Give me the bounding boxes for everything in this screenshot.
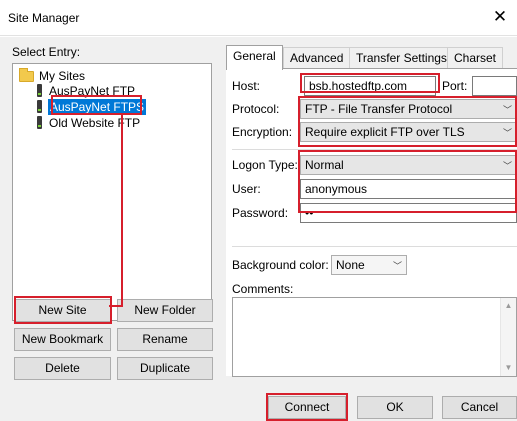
general-panel: Host: bsb.hostedftp.com Port: Protocol: … — [226, 68, 517, 377]
tab-general[interactable]: General — [226, 45, 283, 70]
tree-item-label: Old Website FTP — [49, 116, 141, 130]
comments-textarea[interactable]: ▲ ▼ — [232, 297, 517, 377]
tab-strip: General Advanced Transfer Settings Chars… — [226, 45, 517, 70]
folder-icon — [19, 68, 34, 82]
tree-item-label-selected: AusPayNet FTPS — [48, 99, 147, 115]
background-color-select-value: None — [336, 258, 365, 272]
site-tree[interactable]: My Sites AusPayNet FTP AusPayNet FTPS Ol… — [12, 63, 212, 321]
logon-type-label: Logon Type: — [232, 158, 298, 172]
user-label: User: — [232, 182, 261, 196]
user-input[interactable]: anonymous — [300, 179, 517, 199]
delete-button[interactable]: Delete — [14, 357, 111, 380]
connect-button[interactable]: Connect — [268, 396, 346, 419]
duplicate-button[interactable]: Duplicate — [117, 357, 213, 380]
logon-type-select-value: Normal — [305, 158, 344, 172]
tab-advanced[interactable]: Advanced — [283, 47, 351, 69]
logon-type-select[interactable]: Normal ﹀ — [300, 155, 517, 175]
scroll-up-icon[interactable]: ▲ — [501, 298, 516, 314]
tab-transfer-settings[interactable]: Transfer Settings — [349, 47, 454, 69]
encryption-select-value: Require explicit FTP over TLS — [305, 125, 465, 139]
tree-root-label: My Sites — [39, 69, 86, 83]
new-site-button[interactable]: New Site — [14, 299, 111, 322]
encryption-select[interactable]: Require explicit FTP over TLS ﹀ — [300, 122, 517, 142]
tree-item-label: AusPayNet FTP — [49, 84, 136, 98]
port-label: Port: — [442, 79, 468, 93]
port-input[interactable] — [472, 76, 517, 96]
close-icon[interactable]: ✕ — [491, 7, 509, 27]
host-input[interactable]: bsb.hostedftp.com — [304, 76, 436, 96]
host-label: Host: — [232, 79, 261, 93]
window-title: Site Manager — [8, 11, 80, 25]
scroll-down-icon[interactable]: ▼ — [501, 360, 516, 376]
chevron-down-icon: ﹀ — [502, 105, 512, 115]
server-icon — [37, 116, 42, 129]
new-bookmark-button[interactable]: New Bookmark — [14, 328, 111, 351]
protocol-select[interactable]: FTP - File Transfer Protocol ﹀ — [300, 99, 517, 119]
background-color-label: Background color: — [232, 258, 329, 272]
encryption-label: Encryption: — [232, 125, 293, 139]
password-label: Password: — [232, 206, 289, 220]
cancel-button[interactable]: Cancel — [442, 396, 517, 419]
new-folder-button[interactable]: New Folder — [117, 299, 213, 322]
server-icon — [37, 84, 42, 97]
password-input[interactable]: •• — [300, 203, 517, 223]
server-icon — [37, 100, 42, 113]
ok-button[interactable]: OK — [357, 396, 433, 419]
comments-scrollbar[interactable]: ▲ ▼ — [500, 298, 516, 376]
tab-charset[interactable]: Charset — [447, 47, 504, 69]
divider — [232, 149, 517, 150]
chevron-down-icon: ﹀ — [502, 161, 512, 171]
title-bar: Site Manager ✕ — [0, 0, 517, 36]
chevron-down-icon: ﹀ — [392, 261, 402, 271]
select-entry-label: Select Entry: — [12, 45, 81, 59]
protocol-select-value: FTP - File Transfer Protocol — [305, 102, 453, 116]
chevron-down-icon: ﹀ — [502, 128, 512, 138]
site-manager-window: Select Entry: My Sites AusPayNet FTP Aus… — [0, 37, 517, 421]
comments-label: Comments: — [232, 282, 294, 296]
background-color-select[interactable]: None ﹀ — [331, 255, 407, 275]
protocol-label: Protocol: — [232, 102, 280, 116]
rename-button[interactable]: Rename — [117, 328, 213, 351]
divider — [232, 246, 517, 247]
